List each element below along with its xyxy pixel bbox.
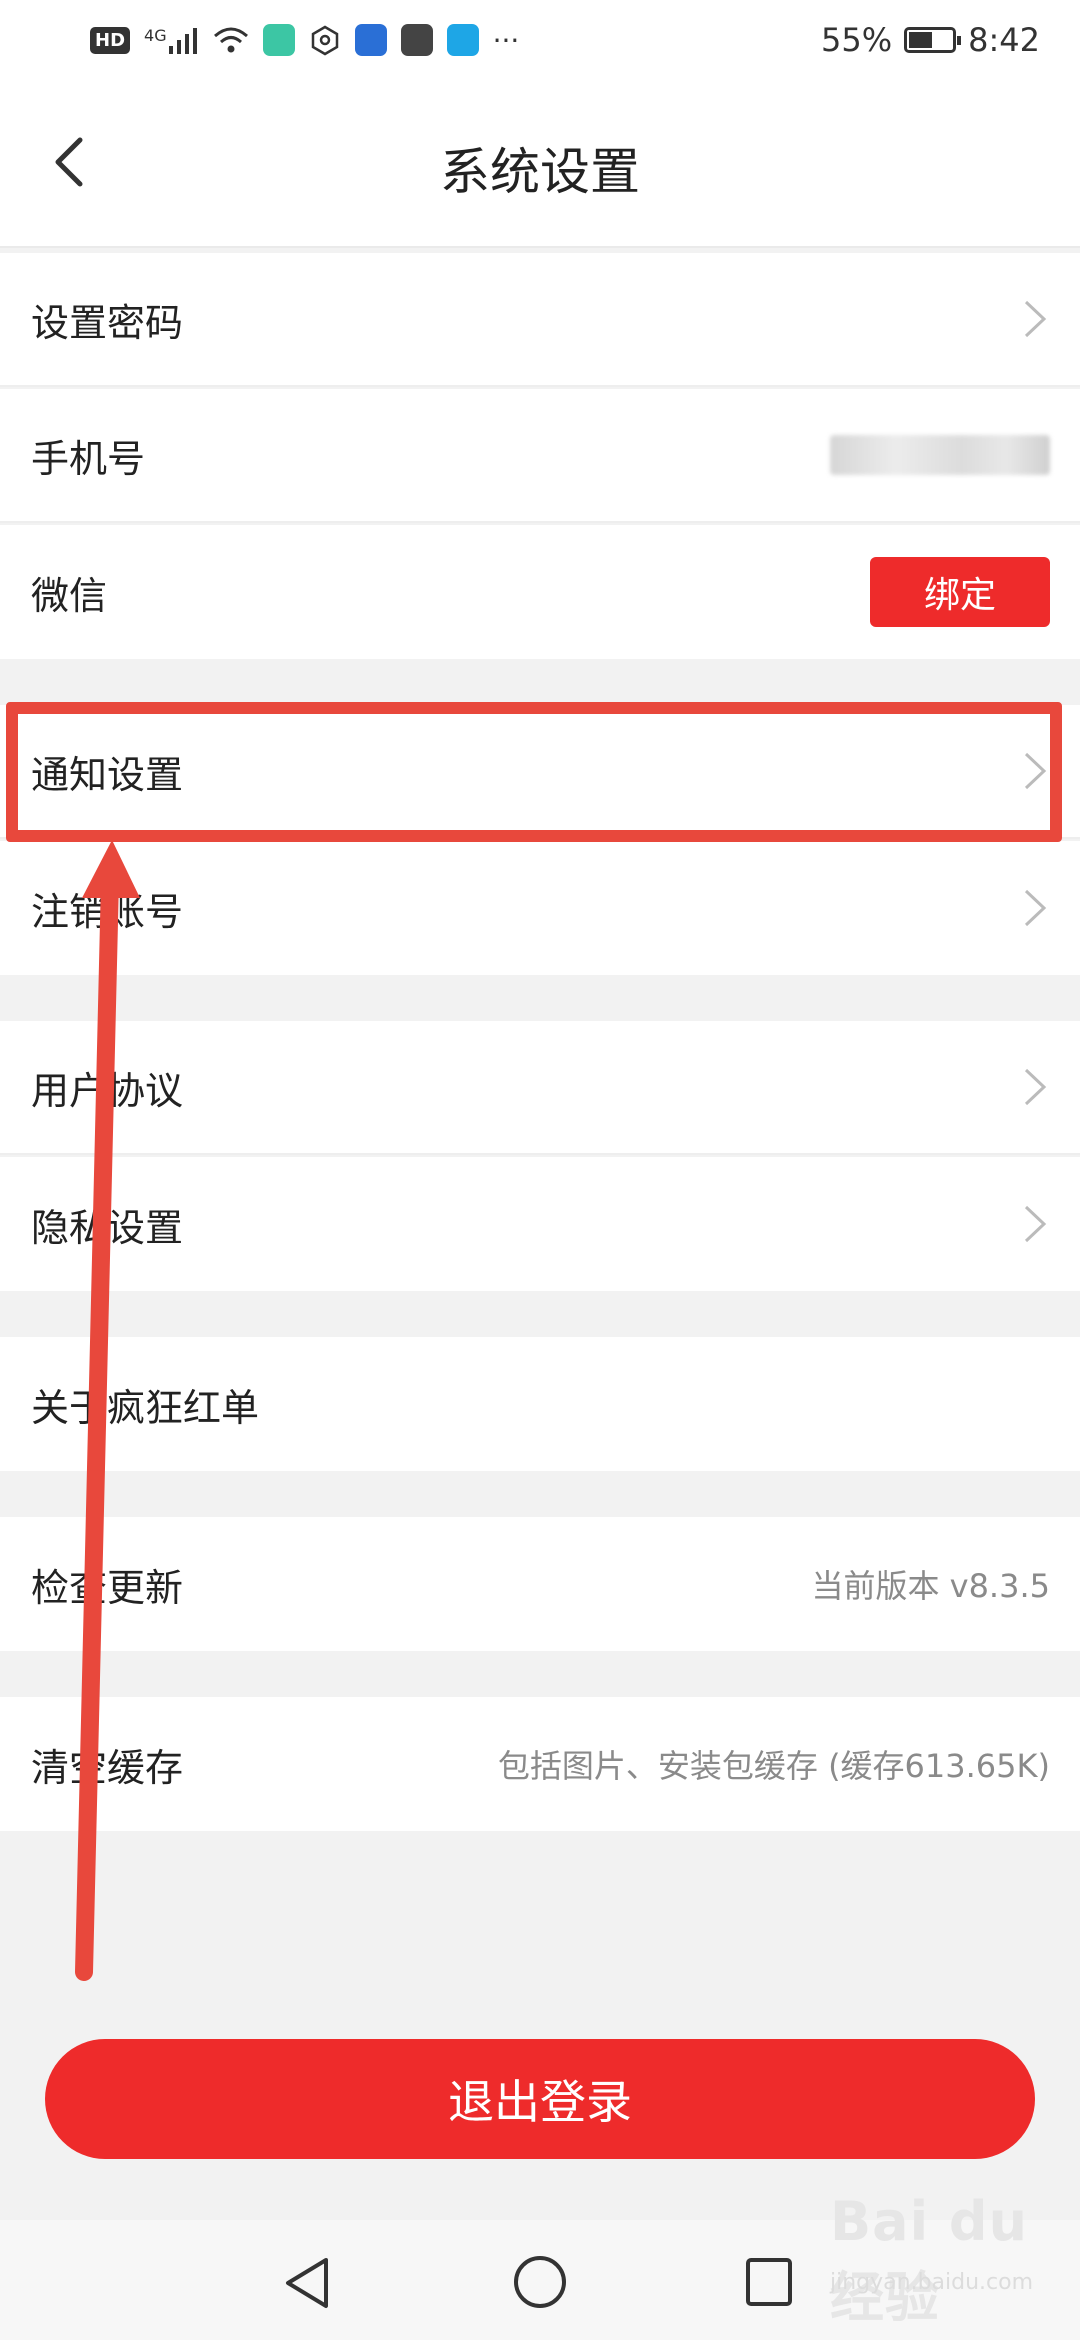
privacy-settings-label: 隐私设置 [31, 1205, 184, 1250]
check-update-row[interactable]: 检查更新 当前版本 v8.3.5 [0, 1517, 1080, 1651]
set-password-label: 设置密码 [31, 300, 184, 345]
phone-number-blurred [830, 435, 1050, 475]
user-agreement-label: 用户协议 [31, 1068, 184, 1113]
phone-label: 手机号 [31, 436, 146, 481]
nav-home-icon[interactable] [512, 2254, 568, 2310]
wechat-label: 微信 [31, 573, 108, 618]
wechat-row: 微信 绑定 [0, 525, 1080, 659]
privacy-settings-row[interactable]: 隐私设置 [0, 1157, 1080, 1291]
current-version-text: 当前版本 v8.3.5 [811, 1567, 1050, 1605]
hd-badge: HD [90, 26, 131, 54]
nav-recents-icon[interactable] [744, 2256, 794, 2308]
set-password-row[interactable]: 设置密码 [0, 253, 1080, 387]
bulb-app-icon [354, 24, 387, 56]
clear-cache-row[interactable]: 清空缓存 包括图片、安装包缓存 (缓存613.65K) [0, 1697, 1080, 1831]
about-label: 关于疯狂红单 [31, 1385, 260, 1430]
battery-icon [904, 27, 962, 53]
wechat-bind-button[interactable]: 绑定 [870, 557, 1050, 627]
deactivate-account-row[interactable]: 注销账号 [0, 841, 1080, 975]
phone-row[interactable]: 手机号 [0, 389, 1080, 523]
about-row[interactable]: 关于疯狂红单 [0, 1337, 1080, 1471]
chevron-right-icon [1024, 889, 1047, 927]
watermark-main-text: Bai du 经验 [830, 2190, 1029, 2329]
search-app-icon [446, 24, 479, 56]
watermark-url: jingyan.baidu.com [830, 2270, 1034, 2295]
chevron-right-icon [1024, 1068, 1047, 1106]
header-bar: 系统设置 [0, 80, 1080, 248]
baidu-watermark: Bai du 经验 jingyan.baidu.com [820, 2190, 1070, 2329]
page-title: 系统设置 [440, 143, 640, 201]
check-update-label: 检查更新 [31, 1565, 184, 1610]
wifi-icon [213, 27, 248, 53]
clock: 8:42 [968, 21, 1040, 59]
cache-size-text: 包括图片、安装包缓存 (缓存613.65K) [497, 1747, 1050, 1785]
battery-fill [909, 32, 933, 48]
status-bar: HD 4G ··· 55% 8:42 [0, 0, 1080, 80]
chevron-right-icon [1024, 300, 1047, 338]
chevron-right-icon [1024, 1205, 1047, 1243]
hexagon-icon [311, 25, 338, 56]
clear-cache-label: 清空缓存 [31, 1745, 184, 1790]
nav-back-icon[interactable] [282, 2256, 332, 2310]
signal-icon: 4G [144, 26, 199, 54]
network-type-label: 4G [144, 26, 167, 45]
user-agreement-row[interactable]: 用户协议 [0, 1021, 1080, 1155]
more-notifications-icon: ··· [492, 23, 520, 57]
logout-button[interactable]: 退出登录 [45, 2039, 1035, 2159]
deactivate-account-label: 注销账号 [31, 889, 184, 934]
game-app-icon [262, 24, 295, 56]
screen-app-icon [400, 24, 433, 56]
annotation-highlight-box [6, 702, 1062, 842]
battery-percent: 55% [821, 21, 893, 59]
